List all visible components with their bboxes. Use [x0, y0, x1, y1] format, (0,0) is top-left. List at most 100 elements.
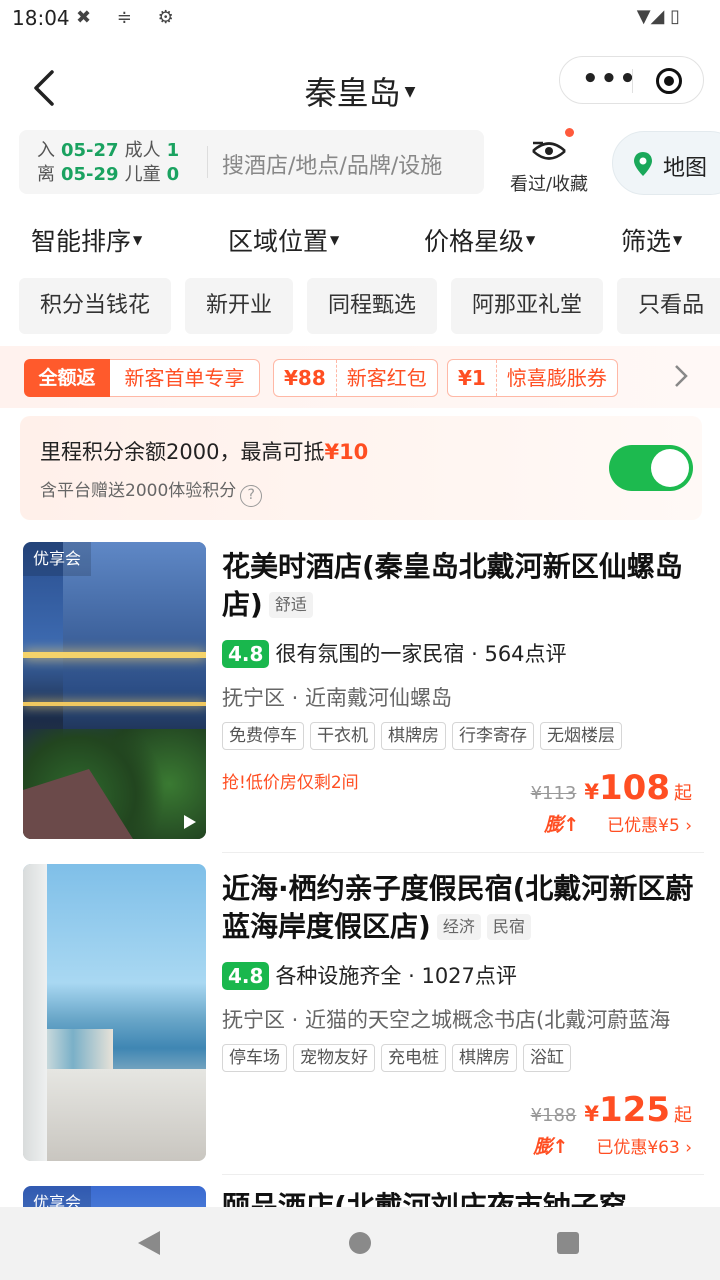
- currency: ¥: [584, 1102, 600, 1126]
- status-time: 18:04: [12, 6, 70, 30]
- sort-price-label: 价格星级: [424, 227, 525, 256]
- map-button[interactable]: 地图: [612, 131, 720, 195]
- sort-smart-label: 智能排序: [31, 227, 132, 256]
- status-bar: 18:04 ✖ ≑ ⚙ ▼◢ ▯: [0, 0, 720, 36]
- adults-label: 成人: [124, 140, 161, 161]
- system-nav-bar: [0, 1207, 720, 1280]
- date-guest-summary[interactable]: 入 05-27 成人 1 离 05-29 儿童 0: [37, 139, 179, 187]
- coupon-new-customer[interactable]: ¥88 新客红包: [273, 359, 438, 397]
- chevron-right-icon: ›: [685, 816, 692, 836]
- amenity-tags: 免费停车 干衣机 棋牌房 行李寄存 无烟楼层: [222, 722, 628, 750]
- hotel-card[interactable]: 优享会 花美时酒店(秦皇岛北戴河新区仙螺岛店) 舒适 4.8 很有氛围的一家民宿 ·…: [0, 542, 720, 853]
- caret-down-icon: ▼: [330, 233, 340, 247]
- hotel-card[interactable]: 近海·栖约亲子度假民宿(北戴河新区蔚蓝海岸度假区店) 经济 民宿 4.8 各种设施齐全…: [0, 864, 720, 1175]
- hotel-type: 民宿: [486, 914, 531, 940]
- sort-filter[interactable]: 筛选 ▼: [621, 222, 682, 258]
- quick-tag[interactable]: 积分当钱花: [19, 278, 172, 334]
- chevron-right-icon[interactable]: [674, 364, 688, 388]
- points-toggle[interactable]: [609, 445, 693, 491]
- original-price: ¥188: [530, 1105, 577, 1126]
- more-icon[interactable]: •••: [582, 66, 638, 92]
- caret-down-icon: ▼: [673, 233, 683, 247]
- toggle-knob: [651, 449, 689, 487]
- coupon-name: 惊喜膨胀券: [506, 366, 607, 390]
- sort-area[interactable]: 区域位置 ▼: [228, 222, 339, 258]
- amenity-tag: 宠物友好: [293, 1044, 375, 1072]
- amenity-tag: 充电桩: [381, 1044, 446, 1072]
- hotel-name: 颐品酒店(北戴河刘庄夜市钟子窑: [222, 1190, 627, 1207]
- quick-tag[interactable]: 新开业: [185, 278, 294, 334]
- map-label: 地图: [663, 156, 708, 181]
- current-price: 108: [599, 768, 670, 808]
- caret-down-icon: ▼: [133, 233, 143, 247]
- nav-recents-icon[interactable]: [557, 1232, 579, 1254]
- hotel-rating: 4.8 很有氛围的一家民宿 · 564点评: [222, 638, 567, 668]
- capsule-divider: [632, 69, 633, 93]
- rating-summary: 很有氛围的一家民宿 · 564点评: [275, 642, 567, 666]
- currency: ¥: [584, 780, 600, 804]
- hotel-name: 花美时酒店(秦皇岛北戴河新区仙螺岛店) 舒适: [222, 548, 702, 624]
- price: ¥113 ¥108 起: [531, 768, 692, 808]
- screen: 18:04 ✖ ≑ ⚙ ▼◢ ▯ 秦皇岛 ▼ ••• 入 05-27 成人 1 离 05-…: [0, 0, 720, 1280]
- rating-summary: 各种设施齐全 · 1027点评: [275, 964, 517, 988]
- sort-smart[interactable]: 智能排序 ▼: [31, 222, 142, 258]
- viewed-label: 看过/收藏: [509, 174, 589, 195]
- points-balance: 里程积分余额2000，最高可抵¥10: [40, 436, 368, 466]
- children-count: 0: [166, 164, 180, 185]
- city-name: 秦皇岛: [304, 74, 401, 112]
- original-price: ¥113: [530, 783, 577, 804]
- amenity-tag: 干衣机: [310, 722, 375, 750]
- discount-info[interactable]: 膨↑ 已优惠¥63 ›: [533, 1132, 692, 1159]
- viewed-favorites-button[interactable]: 看过/收藏: [503, 128, 595, 196]
- coupon-surprise[interactable]: ¥1 惊喜膨胀券: [447, 359, 618, 397]
- coupon-name: 新客红包: [346, 366, 427, 390]
- discount-amount: 已优惠¥63: [596, 1138, 680, 1158]
- search-input[interactable]: 搜酒店/地点/品牌/设施: [222, 148, 442, 180]
- member-badge: 优享会: [23, 542, 92, 576]
- price: ¥188 ¥125 起: [531, 1090, 692, 1130]
- eye-icon: [532, 141, 566, 160]
- hotel-location: 抚宁区 · 近猫的天空之城概念书店(北戴河蔚蓝海: [222, 1008, 671, 1032]
- hotel-image[interactable]: 优享会: [23, 542, 206, 839]
- hotel-image[interactable]: 优享会: [23, 1186, 206, 1207]
- discount-amount: 已优惠¥5: [607, 816, 680, 836]
- hotel-location: 抚宁区 · 近南戴河仙螺岛: [222, 686, 453, 710]
- checkin-label: 入: [37, 140, 55, 161]
- quick-tag[interactable]: 阿那亚礼堂: [451, 278, 604, 334]
- chevron-right-icon: ›: [685, 1138, 692, 1158]
- discount-info[interactable]: 膨↑ 已优惠¥5 ›: [544, 810, 692, 837]
- urgency-text: 抢!低价房仅剩2间: [222, 773, 359, 793]
- children-label: 儿童: [124, 164, 161, 185]
- score-badge: 4.8: [222, 640, 270, 668]
- first-order-label: 新客首单专享: [110, 359, 260, 397]
- sort-price-star[interactable]: 价格星级 ▼: [424, 222, 535, 258]
- nav-home-icon[interactable]: [349, 1232, 371, 1254]
- score-badge: 4.8: [222, 962, 270, 990]
- miniapp-capsule: •••: [559, 56, 704, 104]
- help-icon[interactable]: ?: [240, 485, 263, 507]
- amenity-tag: 免费停车: [222, 722, 304, 750]
- amenity-tag: 棋牌房: [381, 722, 446, 750]
- map-pin-icon: [634, 152, 652, 176]
- hotel-level: 经济: [436, 914, 481, 940]
- search-divider: [207, 146, 208, 178]
- promo-strip[interactable]: 全额返 新客首单专享 ¥88 新客红包 ¥1 惊喜膨胀券: [0, 346, 720, 408]
- quick-tag[interactable]: 同程甄选: [307, 278, 438, 334]
- hotel-card[interactable]: 优享会 颐品酒店(北戴河刘庄夜市钟子窑: [0, 1186, 720, 1207]
- points-max-amount: ¥10: [324, 440, 369, 464]
- close-miniapp-icon[interactable]: [656, 68, 682, 94]
- quick-tag[interactable]: 只看品: [617, 278, 720, 334]
- boost-icon: 膨↑: [544, 814, 580, 836]
- amenity-tag: 无烟楼层: [540, 722, 622, 750]
- status-right-icons: ▼◢ ▯: [636, 6, 680, 27]
- hotel-level: 舒适: [268, 592, 313, 618]
- hotel-image[interactable]: [23, 864, 206, 1161]
- nav-back-icon[interactable]: [138, 1231, 160, 1255]
- member-badge: 优享会: [23, 1186, 92, 1207]
- coupon-amount: ¥88: [274, 360, 337, 396]
- points-note-text: 含平台赠送2000体验积分: [40, 481, 237, 501]
- points-text: 里程积分余额2000，最高可抵: [40, 440, 325, 464]
- current-price: 125: [599, 1090, 670, 1130]
- divider: [222, 852, 704, 853]
- search-box[interactable]: 入 05-27 成人 1 离 05-29 儿童 0 搜酒店/地点/品牌/设施: [19, 130, 484, 194]
